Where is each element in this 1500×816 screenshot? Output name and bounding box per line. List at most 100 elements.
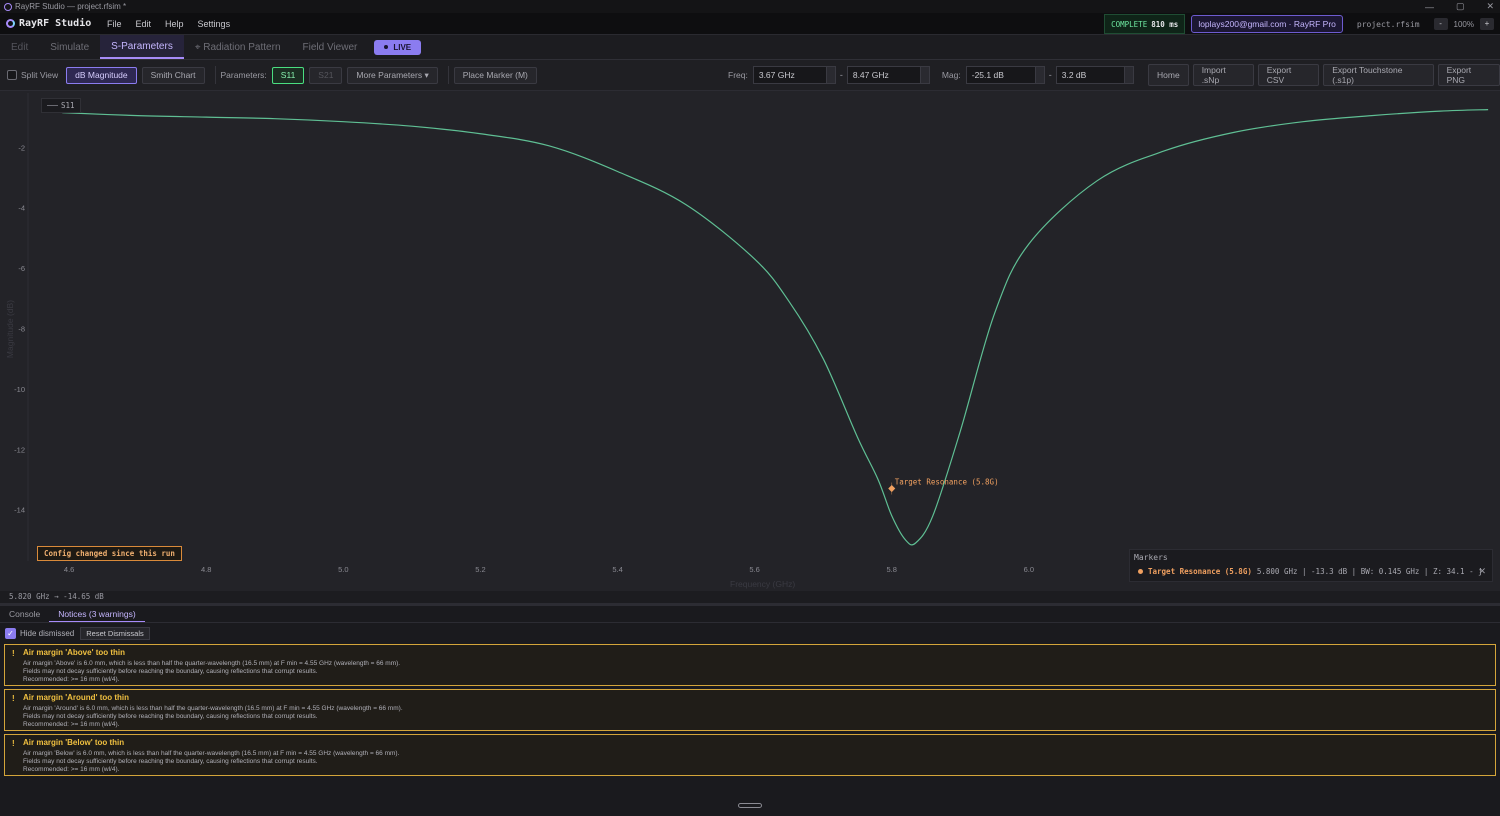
x-tick-label: 4.6	[64, 565, 74, 574]
s11-toggle[interactable]: S11	[271, 66, 305, 84]
export-png-button[interactable]: Export PNG	[1437, 64, 1500, 86]
split-view-label: Split View	[21, 70, 59, 80]
split-view-checkbox[interactable]	[7, 70, 17, 80]
notice-line: Fields may not decay sufficiently before…	[23, 758, 318, 765]
freq-max-value: 8.47 GHz	[852, 70, 889, 80]
place-marker-button[interactable]: Place Marker (M)	[453, 66, 537, 84]
run-status-time: 810 ms	[1151, 19, 1179, 29]
notice-title: Air margin 'Above' too thin	[23, 648, 126, 657]
x-tick-label: 5.8	[887, 565, 897, 574]
toolbar-divider	[214, 66, 216, 84]
window-title: RayRF Studio — project.rfsim *	[15, 2, 127, 11]
notice-line: Air margin 'Above' is 6.0 mm, which is l…	[23, 660, 401, 667]
freq-max-stepper[interactable]	[919, 67, 929, 83]
notice-line: Fields may not decay sufficiently before…	[23, 668, 318, 675]
reset-dismissals-button[interactable]: Reset Dismissals	[80, 626, 150, 640]
mag-max-stepper[interactable]	[1123, 67, 1133, 83]
freq-max-input[interactable]: 8.47 GHz	[846, 66, 930, 84]
parameters-label: Parameters:	[220, 70, 267, 80]
notice-card[interactable]: ! Air margin 'Above' too thin Air margin…	[4, 644, 1496, 686]
series-line-s11	[62, 109, 1489, 546]
notice-card[interactable]: ! Air margin 'Below' too thin Air margin…	[4, 734, 1496, 776]
live-label: LIVE	[393, 42, 412, 52]
export-csv-button[interactable]: Export CSV	[1257, 64, 1320, 86]
notice-line: Air margin 'Around' is 6.0 mm, which is …	[23, 705, 403, 712]
cursor-readout: 5.820 GHz → -14.65 dB	[0, 591, 1500, 604]
notice-line: Recommended: >= 16 mm (wl/4).	[23, 676, 120, 683]
notice-card[interactable]: ! Air margin 'Around' too thin Air margi…	[4, 689, 1496, 731]
s-parameter-chart[interactable]: -2 -4 -6 -8 -10 -12 -14 4.6 4.8 5.0 5.2 5.4 5.6 5.8 6.…	[0, 91, 1500, 591]
bottom-panel: Console Notices (3 warnings) ✓ Hide dism…	[0, 604, 1500, 816]
warning-icon: !	[12, 649, 15, 658]
main-tabs: Edit Simulate S-Parameters ⌖ Radiation P…	[0, 35, 1500, 60]
marker-name: Target Resonance (5.8G)	[1148, 567, 1252, 576]
app-logo-icon	[4, 2, 12, 11]
s21-toggle[interactable]: S21	[309, 66, 343, 84]
tab-s-parameters[interactable]: S-Parameters	[100, 35, 184, 59]
mag-label: Mag:	[941, 70, 961, 80]
x-tick-label: 5.6	[749, 565, 759, 574]
export-touchstone-button[interactable]: Export Touchstone (.s1p)	[1323, 64, 1434, 86]
home-button[interactable]: Home	[1148, 64, 1189, 86]
mag-min-value: -25.1 dB	[971, 70, 1004, 80]
chart-legend: S11	[41, 98, 81, 113]
tab-radiation-pattern[interactable]: ⌖ Radiation Pattern	[184, 35, 292, 59]
menu-edit[interactable]: Edit	[129, 19, 159, 29]
menu-file[interactable]: File	[100, 19, 129, 29]
tab-simulate[interactable]: Simulate	[39, 35, 100, 59]
y-tick-label: -10	[14, 385, 25, 394]
tab-field-viewer[interactable]: Field Viewer	[292, 35, 369, 59]
mag-max-input[interactable]: 3.2 dB	[1055, 66, 1134, 84]
freq-min-stepper[interactable]	[825, 67, 835, 83]
zoom-in-button[interactable]: +	[1480, 18, 1494, 30]
app-logo-icon	[6, 19, 15, 28]
notices-controls: ✓ Hide dismissed Reset Dismissals	[0, 625, 1500, 641]
window-titlebar: RayRF Studio — project.rfsim * — ▢ ✕	[0, 0, 1500, 13]
maximize-icon[interactable]: ▢	[1456, 1, 1465, 12]
smith-chart-button[interactable]: Smith Chart	[141, 66, 205, 84]
chart-plot[interactable]: -2 -4 -6 -8 -10 -12 -14 4.6 4.8 5.0 5.2 5.4 5.6 5.8 6.…	[0, 91, 1500, 591]
menu-settings[interactable]: Settings	[191, 19, 238, 29]
warning-icon: !	[12, 739, 15, 748]
close-window-icon[interactable]: ✕	[1486, 1, 1494, 12]
resize-handle[interactable]	[738, 803, 762, 808]
notice-title: Air margin 'Around' too thin	[23, 693, 130, 702]
marker-annotation: Target Resonance (5.8G)	[895, 478, 999, 487]
run-status-label: COMPLETE	[1111, 19, 1148, 29]
markers-title: Markers	[1134, 553, 1168, 562]
mag-range-dash: -	[1048, 70, 1052, 80]
y-tick-label: -8	[18, 325, 25, 334]
account-button[interactable]: loplays200@gmail.com · RayRF Pro	[1191, 15, 1343, 33]
menu-bar: RayRF Studio File Edit Help Settings COM…	[0, 13, 1500, 35]
zoom-out-button[interactable]: -	[1433, 18, 1448, 30]
marker-row[interactable]: Target Resonance (5.8G) 5.800 GHz | -13.…	[1138, 567, 1483, 576]
tab-console[interactable]: Console	[0, 606, 49, 622]
tab-edit[interactable]: Edit	[0, 35, 39, 59]
freq-label: Freq:	[728, 70, 748, 80]
hide-dismissed-label: Hide dismissed	[20, 628, 75, 638]
y-tick-label: -12	[14, 445, 25, 454]
import-snp-button[interactable]: Import .sNp	[1192, 64, 1254, 86]
menu-help[interactable]: Help	[158, 19, 191, 29]
more-parameters-dropdown[interactable]: More Parameters ▾	[347, 66, 438, 84]
db-magnitude-button[interactable]: dB Magnitude	[66, 66, 137, 84]
chart-toolbar: Split View dB Magnitude Smith Chart Para…	[0, 60, 1500, 91]
marker-remove-icon[interactable]: ✕	[1478, 566, 1486, 577]
x-tick-label: 5.2	[475, 565, 485, 574]
markers-panel: Markers Target Resonance (5.8G) 5.800 GH…	[1129, 549, 1493, 582]
tab-notices[interactable]: Notices (3 warnings)	[49, 606, 145, 622]
freq-min-input[interactable]: 3.67 GHz	[752, 66, 836, 84]
live-toggle[interactable]: LIVE	[374, 39, 422, 55]
notice-line: Air margin 'Below' is 6.0 mm, which is l…	[23, 750, 400, 757]
marker-values: 5.800 GHz | -13.3 dB | BW: 0.145 GHz | Z…	[1256, 567, 1483, 576]
x-tick-label: 5.0	[338, 565, 348, 574]
hide-dismissed-checkbox[interactable]: ✓	[5, 627, 16, 639]
marker-dot-icon	[1138, 569, 1143, 574]
mag-min-stepper[interactable]	[1034, 67, 1044, 83]
freq-range-dash: -	[839, 70, 843, 80]
project-name: project.rfsim	[1356, 19, 1420, 29]
mag-min-input[interactable]: -25.1 dB	[965, 66, 1045, 84]
legend-label: S11	[61, 101, 75, 110]
minimize-icon[interactable]: —	[1425, 2, 1434, 12]
mag-max-value: 3.2 dB	[1061, 70, 1087, 80]
